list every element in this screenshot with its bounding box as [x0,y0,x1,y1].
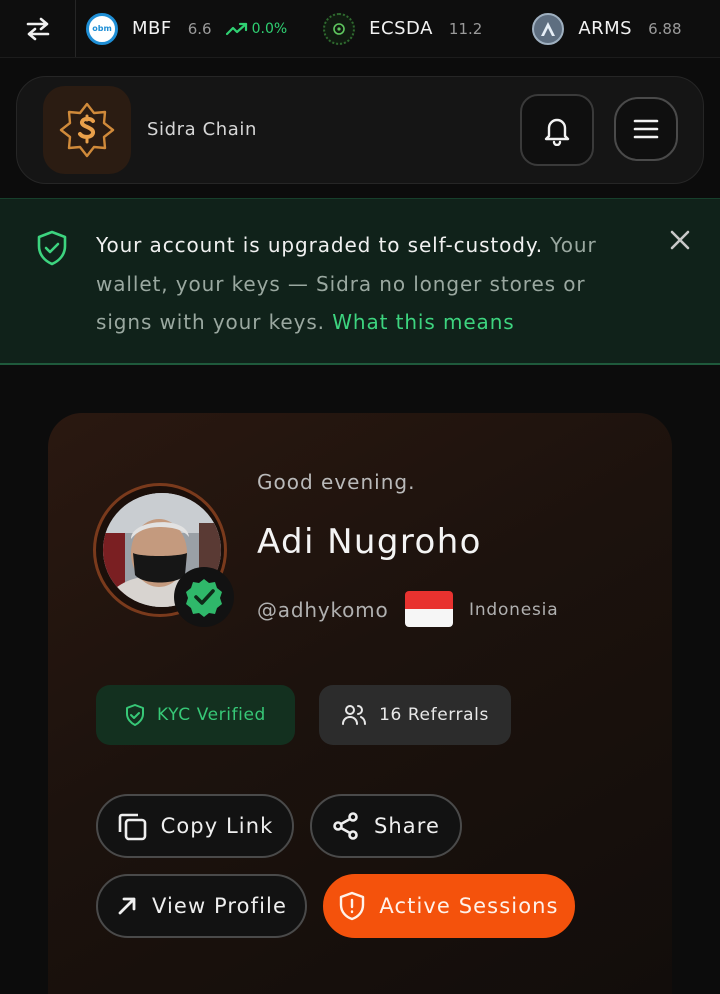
share-label: Share [373,814,441,838]
sidra-logo-icon[interactable] [43,86,131,174]
verified-badge-icon [174,567,234,627]
banner-strong-text: Your account is upgraded to self-custody… [96,233,544,257]
view-profile-label: View Profile [151,894,287,918]
ticker-item-arms[interactable]: ARMS 6.88 [532,12,695,45]
menu-icon [633,119,659,139]
shield-alert-icon [340,891,365,921]
banner-message: Your account is upgraded to self-custody… [96,226,636,342]
active-sessions-button[interactable]: Active Sessions [323,874,575,938]
ticker-price: 6.6 [187,19,212,38]
user-handle: @adhykomo [257,598,389,622]
bell-icon [544,118,570,146]
what-this-means-link[interactable]: What this means [332,310,514,334]
arrow-up-right-icon [118,897,136,915]
price-ticker: obm MBF 6.6 0.0% ECSDA 11.2 ARMS 6.88 [0,0,720,58]
share-icon [333,812,358,840]
menu-button[interactable] [614,97,678,161]
ticker-price: 11.2 [448,19,483,38]
share-button[interactable]: Share [310,794,462,858]
referrals-label: 16 Referrals [379,705,489,725]
kyc-label: KYC Verified [157,705,266,725]
view-profile-button[interactable]: View Profile [96,874,307,938]
ticker-symbol: MBF [132,18,172,39]
ecsda-logo-icon [323,12,356,45]
copy-icon [118,813,146,841]
copy-link-label: Copy Link [160,814,274,838]
trend-up-icon [225,22,247,35]
ticker-price: 6.88 [648,19,682,38]
ticker-symbol: ECSDA [369,18,433,39]
ticker-item-mbf[interactable]: obm MBF 6.6 0.0% [86,12,287,45]
user-name: Adi Nugroho [257,522,482,562]
app-header: Sidra Chain [16,76,704,184]
users-icon [342,705,367,725]
arms-logo-icon [532,12,565,45]
ticker-symbol: ARMS [578,18,633,39]
indonesia-flag-icon [405,591,453,627]
kyc-verified-badge: KYC Verified [96,685,295,745]
shield-check-icon [126,704,145,726]
ticker-change: 0.0% [225,21,287,37]
brand-name: Sidra Chain [147,119,258,140]
active-sessions-label: Active Sessions [379,894,559,918]
notifications-button[interactable] [520,94,594,166]
swap-icon[interactable] [0,0,76,57]
close-icon[interactable] [668,228,692,256]
copy-link-button[interactable]: Copy Link [96,794,294,858]
country-name: Indonesia [469,600,559,620]
mbf-logo-icon: obm [86,12,118,45]
shield-check-icon [36,230,68,270]
ticker-item-ecsda[interactable]: ECSDA 11.2 [323,12,496,45]
referrals-button[interactable]: 16 Referrals [319,685,511,745]
greeting: Good evening. [257,470,416,494]
